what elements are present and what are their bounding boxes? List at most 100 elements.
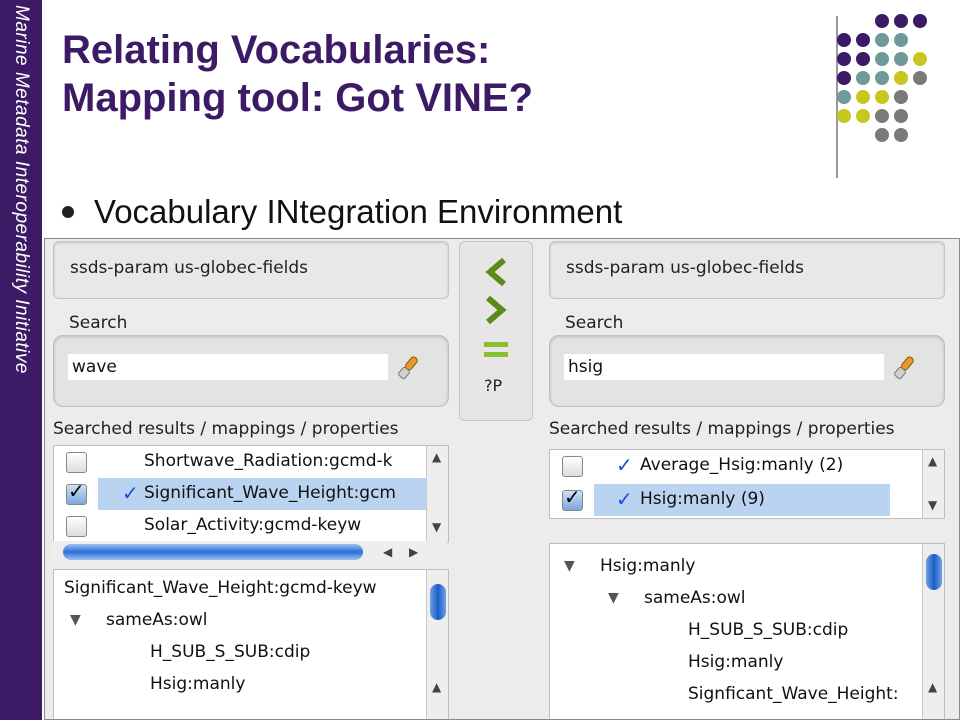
result-text: Solar_Activity:gcmd-keyw xyxy=(144,515,362,535)
left-results-list: Shortwave_Radiation:gcmd-k ✓ ✓ Significa… xyxy=(53,445,449,543)
title-line-2: Mapping tool: Got VINE? xyxy=(62,76,534,120)
result-checkbox[interactable] xyxy=(66,516,87,537)
checkmark-icon: ✓ xyxy=(122,481,139,505)
left-results-label: Searched results / mappings / properties xyxy=(53,419,399,439)
decorative-dot xyxy=(856,33,870,47)
vine-app-window: ssds-param us-globec-fields Search Searc… xyxy=(44,238,960,720)
left-mapping-tree: Significant_Wave_Height:gcmd-keyw ▼ same… xyxy=(53,569,449,719)
left-tree-scrollbar[interactable]: ▲ xyxy=(426,570,448,719)
title-line-1: Relating Vocabularies: xyxy=(62,28,491,72)
wrench-brush-icon[interactable] xyxy=(890,352,922,384)
tree-child[interactable]: Hsig:manly xyxy=(150,674,245,694)
decorative-dot xyxy=(875,71,889,85)
right-result-row[interactable]: ✓ ✓ Hsig:manly (9) xyxy=(550,484,944,516)
tree-child[interactable]: H_SUB_S_SUB:cdip xyxy=(688,620,848,640)
side-band: Marine Metadata Interoperability Initiat… xyxy=(0,0,42,720)
tree-child[interactable]: Signficant_Wave_Height: xyxy=(688,684,899,704)
decorative-dot xyxy=(894,14,908,28)
left-result-row[interactable]: Shortwave_Radiation:gcmd-k xyxy=(54,446,448,478)
result-text: Shortwave_Radiation:gcmd-k xyxy=(144,451,393,471)
right-result-row[interactable]: ✓ Average_Hsig:manly (2) xyxy=(550,450,944,482)
scroll-down-icon[interactable]: ▼ xyxy=(928,498,937,512)
decorative-dot xyxy=(875,90,889,104)
map-left-button[interactable] xyxy=(482,256,510,288)
decorative-dot xyxy=(837,71,851,85)
left-horizontal-scrollbar[interactable]: ◀ ▶ xyxy=(53,541,447,563)
decorative-dot xyxy=(875,52,889,66)
scroll-up-icon[interactable]: ▲ xyxy=(432,450,441,464)
bullet-icon xyxy=(62,206,74,218)
vertical-scroll-thumb[interactable] xyxy=(430,584,446,620)
tree-relation[interactable]: sameAs:owl xyxy=(644,588,746,608)
right-tree-scrollbar[interactable]: ▲ xyxy=(922,544,944,719)
result-text: Significant_Wave_Height:gcm xyxy=(144,483,396,503)
decorative-dot xyxy=(894,52,908,66)
result-text: Hsig:manly (9) xyxy=(640,489,765,509)
tree-child[interactable]: Hsig:manly xyxy=(688,652,783,672)
triangle-down-icon[interactable]: ▼ xyxy=(608,590,619,606)
decorative-dot xyxy=(875,109,889,123)
decorative-dot xyxy=(856,90,870,104)
property-button[interactable]: ?P xyxy=(484,376,502,395)
decorative-dot xyxy=(894,71,908,85)
decorative-dot xyxy=(894,128,908,142)
scroll-up-icon[interactable]: ▲ xyxy=(432,680,441,694)
result-checkbox[interactable]: ✓ xyxy=(562,485,583,511)
right-vocabulary-list: ssds-param us-globec-fields xyxy=(566,258,805,278)
left-vocabulary-box[interactable]: ssds-param us-globec-fields xyxy=(53,241,449,299)
decorative-dot xyxy=(913,71,927,85)
side-band-text: Marine Metadata Interoperability Initiat… xyxy=(11,5,32,374)
result-checkbox[interactable] xyxy=(66,452,87,473)
decorative-dot xyxy=(913,14,927,28)
right-results-list: ✓ Average_Hsig:manly (2) ✓ ✓ Hsig:manly … xyxy=(549,449,945,519)
left-search-box xyxy=(53,335,449,407)
triangle-down-icon[interactable]: ▼ xyxy=(564,558,575,574)
map-right-button[interactable] xyxy=(482,294,510,326)
tree-relation[interactable]: sameAs:owl xyxy=(106,610,208,630)
scroll-down-icon[interactable]: ▼ xyxy=(432,520,441,534)
horizontal-scroll-thumb[interactable] xyxy=(63,544,363,560)
mapping-buttons-panel: ?P xyxy=(459,241,533,421)
decorative-dot xyxy=(837,33,851,47)
left-vocabulary-list: ssds-param us-globec-fields xyxy=(70,258,309,278)
right-results-label: Searched results / mappings / properties xyxy=(549,419,895,439)
decorative-dot xyxy=(856,71,870,85)
wrench-brush-icon[interactable] xyxy=(394,352,426,384)
map-equal-button[interactable] xyxy=(482,336,510,364)
tree-child[interactable]: H_SUB_S_SUB:cdip xyxy=(150,642,310,662)
slide-title: Relating Vocabularies: Mapping tool: Got… xyxy=(62,26,782,122)
result-checkbox[interactable] xyxy=(562,456,583,477)
decorative-dot xyxy=(837,52,851,66)
left-search-input[interactable] xyxy=(68,354,388,380)
decorative-dot xyxy=(894,90,908,104)
decorative-dot xyxy=(875,33,889,47)
checkmark-icon: ✓ xyxy=(616,453,633,477)
scroll-left-icon[interactable]: ◀ xyxy=(383,545,392,559)
right-search-input[interactable] xyxy=(564,354,884,380)
scroll-up-icon[interactable]: ▲ xyxy=(928,680,937,694)
right-mapping-tree: ▼ Hsig:manly ▼ sameAs:owl H_SUB_S_SUB:cd… xyxy=(549,543,945,719)
decorative-dot xyxy=(875,128,889,142)
left-result-row[interactable]: Solar_Activity:gcmd-keyw xyxy=(54,510,448,542)
result-checkbox[interactable]: ✓ xyxy=(66,479,87,505)
checkmark-icon: ✓ xyxy=(616,487,633,511)
tree-root[interactable]: Significant_Wave_Height:gcmd-keyw xyxy=(64,578,377,598)
right-search-box xyxy=(549,335,945,407)
decorative-dot xyxy=(856,109,870,123)
left-result-row[interactable]: ✓ ✓ Significant_Wave_Height:gcm xyxy=(54,478,448,510)
scroll-right-icon[interactable]: ▶ xyxy=(409,545,418,559)
right-search-label: Search xyxy=(565,313,624,333)
vertical-scroll-thumb[interactable] xyxy=(926,554,942,590)
left-results-scrollbar[interactable]: ▲ ▼ xyxy=(426,446,448,542)
decorative-dot xyxy=(875,14,889,28)
decorative-dot xyxy=(894,33,908,47)
right-vocabulary-box[interactable]: ssds-param us-globec-fields xyxy=(549,241,945,299)
decorative-dot xyxy=(913,52,927,66)
triangle-down-icon[interactable]: ▼ xyxy=(70,612,81,628)
right-results-scrollbar[interactable]: ▲ ▼ xyxy=(922,450,944,518)
tree-root[interactable]: Hsig:manly xyxy=(600,556,695,576)
decorative-dot xyxy=(837,90,851,104)
bullet-text: Vocabulary INtegration Environment xyxy=(94,193,623,230)
result-text: Average_Hsig:manly (2) xyxy=(640,455,844,475)
scroll-up-icon[interactable]: ▲ xyxy=(928,454,937,468)
